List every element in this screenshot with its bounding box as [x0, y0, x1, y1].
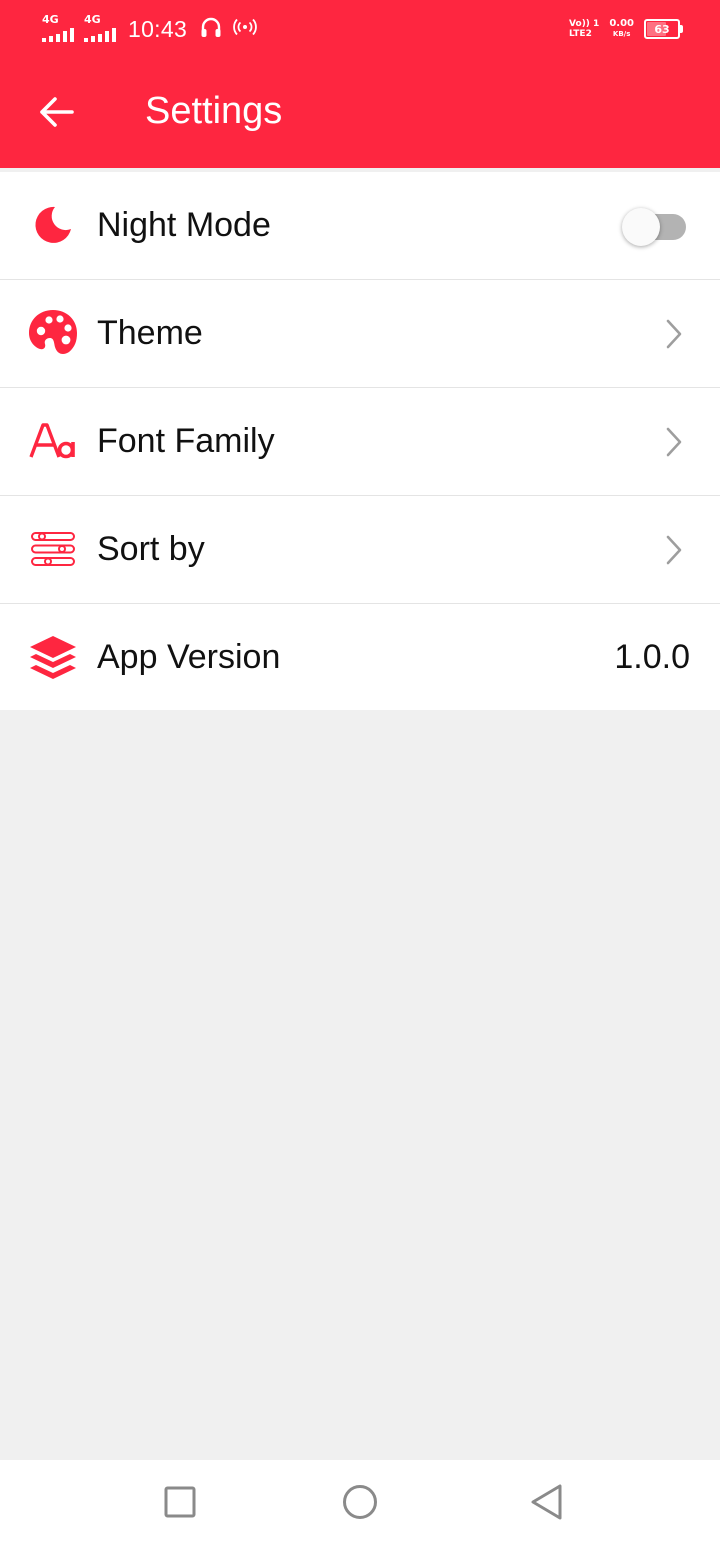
settings-item-label: Sort by — [97, 530, 205, 568]
back-triangle-icon — [531, 1484, 562, 1520]
chevron-right-icon — [666, 427, 682, 457]
night-mode-toggle[interactable] — [622, 206, 688, 246]
settings-item-label: Night Mode — [97, 206, 271, 244]
sim2-network-label: 4G — [84, 13, 101, 26]
toggle-thumb — [622, 208, 660, 246]
signal-icon — [42, 28, 74, 42]
recent-apps-button[interactable] — [160, 1482, 200, 1522]
font-icon — [26, 414, 80, 468]
hotspot-icon — [233, 16, 257, 43]
settings-item-label: App Version — [97, 638, 281, 676]
sim1-network-label: 4G — [42, 13, 59, 26]
sim2-signal: 4G — [84, 14, 118, 44]
recent-apps-icon — [164, 1486, 196, 1518]
volte-line2: LTE2 — [569, 29, 592, 39]
settings-item-sort-by[interactable]: Sort by — [0, 496, 720, 604]
back-nav-button[interactable] — [526, 1482, 566, 1522]
battery-level: 63 — [654, 22, 670, 36]
headphones-icon — [199, 15, 223, 44]
settings-item-label: Font Family — [97, 422, 275, 460]
settings-item-label: Theme — [97, 314, 203, 352]
layers-icon — [26, 630, 80, 684]
settings-item-app-version: App Version 1.0.0 — [0, 604, 720, 710]
status-bar-right: Vo)) 1 LTE2 0.00 KB/s 63 — [569, 14, 683, 44]
palette-icon — [26, 306, 80, 360]
settings-item-theme[interactable]: Theme — [0, 280, 720, 388]
moon-icon — [26, 198, 80, 252]
page-title: Settings — [145, 90, 283, 132]
sort-sliders-icon — [26, 522, 80, 576]
app-bar: 4G 4G 10:43 Vo)) 1 LTE2 0.00 KB/s 63 Set… — [0, 0, 720, 168]
status-time: 10:43 — [128, 15, 188, 42]
chevron-right-icon — [666, 319, 682, 349]
sim1-signal: 4G — [42, 14, 76, 44]
home-icon — [343, 1485, 377, 1519]
signal-icon — [84, 28, 116, 42]
battery-icon: 63 — [644, 19, 683, 39]
home-button[interactable] — [340, 1482, 380, 1522]
network-speed-unit: KB/s — [612, 30, 631, 38]
settings-list: Night Mode Theme Font Family Sort by App… — [0, 172, 720, 710]
volte-line1: Vo)) 1 — [569, 19, 600, 29]
settings-item-night-mode[interactable]: Night Mode — [0, 172, 720, 280]
volte-indicator: Vo)) 1 LTE2 — [569, 19, 599, 39]
arrow-left-icon — [40, 97, 74, 127]
network-speed-value: 0.00 — [609, 18, 634, 29]
system-nav-bar — [0, 1460, 720, 1544]
back-button[interactable] — [36, 92, 76, 132]
settings-item-font-family[interactable]: Font Family — [0, 388, 720, 496]
status-bar-left: 4G 4G 10:43 — [42, 12, 267, 46]
chevron-right-icon — [666, 535, 682, 565]
app-version-value: 1.0.0 — [614, 638, 690, 676]
network-speed: 0.00 KB/s — [609, 19, 634, 39]
status-bar: 4G 4G 10:43 Vo)) 1 LTE2 0.00 KB/s 63 — [0, 0, 720, 58]
